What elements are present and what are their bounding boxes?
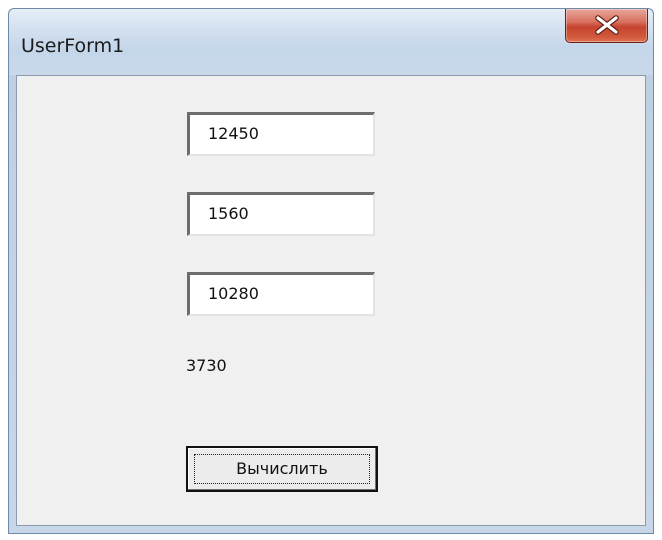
userform-window: UserForm1 12450 1560 10280 3730 Вычислит…: [8, 8, 654, 534]
textbox-3[interactable]: 10280: [187, 272, 375, 316]
textbox-1[interactable]: 12450: [187, 112, 375, 156]
window-title: UserForm1: [21, 35, 125, 57]
close-icon: [595, 15, 619, 35]
calculate-button[interactable]: Вычислить: [186, 446, 378, 492]
calculate-button-label: Вычислить: [236, 459, 328, 478]
result-label: 3730: [186, 356, 227, 375]
textbox-2[interactable]: 1560: [187, 192, 375, 236]
close-button[interactable]: [565, 9, 648, 43]
form-client-area: 12450 1560 10280 3730 Вычислить: [16, 75, 646, 526]
title-bar[interactable]: UserForm1: [9, 9, 653, 75]
